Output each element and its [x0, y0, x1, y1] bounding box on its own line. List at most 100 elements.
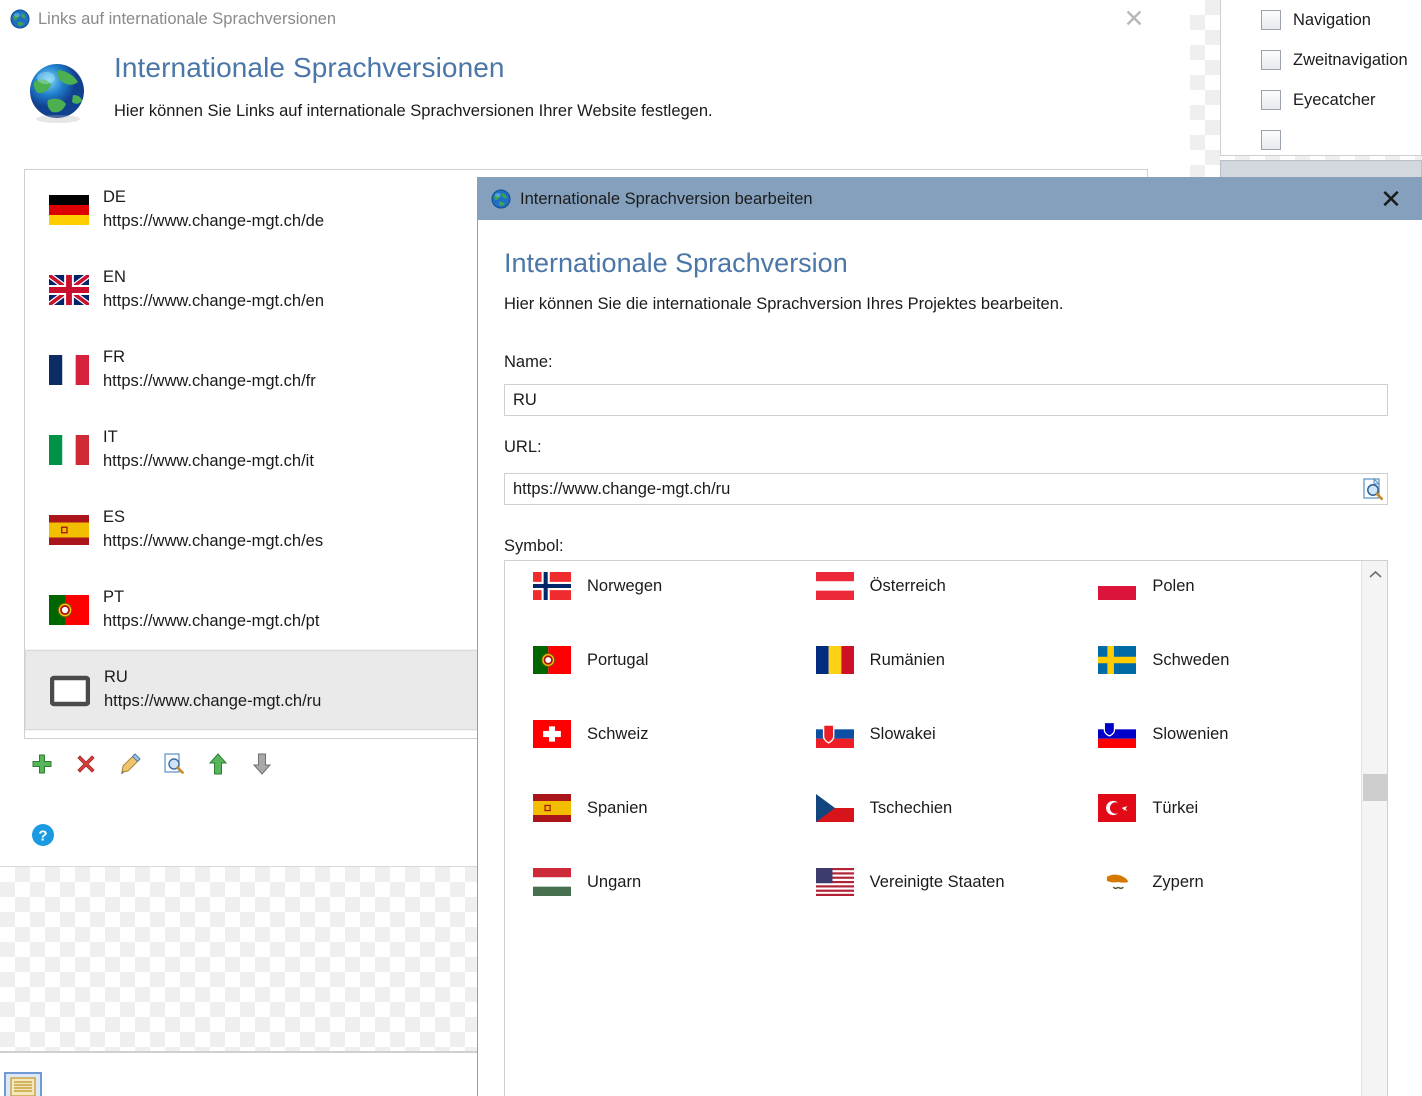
- symbol-option[interactable]: Vereinigte Staaten: [788, 845, 1071, 919]
- host-titlebar: Links auf internationale Sprachversionen: [0, 0, 1190, 38]
- language-code: IT: [103, 428, 118, 447]
- edit-language-dialog: Internationale Sprachversion bearbeiten …: [478, 178, 1422, 1096]
- symbol-option-label: Vereinigte Staaten: [869, 872, 1005, 891]
- language-url: https://www.change-mgt.ch/pt: [103, 612, 320, 630]
- page-search-icon[interactable]: [1360, 477, 1386, 503]
- scrollbar-thumb[interactable]: [1363, 774, 1387, 801]
- flag-ch-icon: [533, 720, 571, 748]
- flag-pt-icon: [49, 595, 89, 625]
- divider: [0, 1052, 478, 1053]
- checkbox-icon[interactable]: [1261, 50, 1281, 70]
- canvas-thumbnail-button[interactable]: [4, 1072, 42, 1096]
- checkbox-row[interactable]: Eyecatcher: [1221, 80, 1421, 120]
- flag-sk-icon: [815, 720, 854, 748]
- flag-us-icon: [815, 868, 854, 896]
- globe-icon: [491, 189, 511, 209]
- language-code: PT: [103, 588, 125, 607]
- flag-at-icon: [815, 572, 854, 600]
- symbol-grid-row: Norwegen Österreich Polen: [505, 561, 1353, 623]
- symbol-grid-row: Spanien Tschechien Türkei: [505, 771, 1353, 845]
- checkbox-row[interactable]: Zweitnavigation: [1221, 40, 1421, 80]
- flag-se-icon: [1098, 646, 1137, 674]
- language-code: ES: [103, 508, 126, 527]
- language-url: https://www.change-mgt.ch/ru: [104, 692, 322, 710]
- checkbox-icon[interactable]: [1261, 10, 1281, 30]
- options-panel: Navigation Zweitnavigation Eyecatcher: [1220, 0, 1422, 156]
- symbol-option-label: Türkei: [1152, 798, 1199, 817]
- language-url: https://www.change-mgt.ch/de: [103, 212, 325, 230]
- language-code: FR: [103, 348, 125, 367]
- symbol-option-label: Norwegen: [587, 576, 663, 595]
- url-label: URL:: [504, 438, 542, 456]
- dialog-close-icon[interactable]: ✕: [1376, 184, 1406, 214]
- checkbox-label: Navigation: [1293, 10, 1371, 29]
- flag-tr-icon: [1098, 794, 1137, 822]
- symbol-grid-row: Ungarn Vereinigte Staaten Zypern: [505, 845, 1353, 919]
- checkbox-icon[interactable]: [1261, 130, 1281, 150]
- flag-it-icon: [49, 435, 89, 465]
- symbol-option-label: Portugal: [587, 650, 649, 669]
- globe-icon: [28, 62, 90, 124]
- symbol-option-label: Österreich: [869, 576, 946, 595]
- flag-hu-icon: [533, 868, 571, 896]
- symbol-option[interactable]: Tschechien: [788, 771, 1071, 845]
- help-icon[interactable]: ?: [31, 823, 55, 847]
- symbol-option[interactable]: Schweden: [1070, 623, 1353, 697]
- host-close-icon[interactable]: ✕: [1120, 5, 1148, 33]
- symbol-option[interactable]: Slowakei: [788, 697, 1071, 771]
- checkbox-row-clipped[interactable]: [1221, 120, 1421, 155]
- symbol-grid: Norwegen Österreich Polen Portugal Rumänien S…: [505, 561, 1353, 919]
- symbol-option[interactable]: Portugal: [505, 623, 788, 697]
- flag-ro-icon: [815, 646, 854, 674]
- symbol-option[interactable]: Schweiz: [505, 697, 788, 771]
- symbol-option-label: Polen: [1152, 576, 1195, 595]
- symbol-label: Symbol:: [504, 537, 564, 555]
- symbol-grid-row: Portugal Rumänien Schweden: [505, 623, 1353, 697]
- flag-pl-icon: [1098, 572, 1137, 600]
- language-code: DE: [103, 188, 126, 207]
- language-url: https://www.change-mgt.ch/fr: [103, 372, 316, 390]
- symbol-grid-scrollbar[interactable]: [1361, 561, 1387, 1096]
- url-input[interactable]: https://www.change-mgt.ch/ru: [504, 473, 1388, 505]
- symbol-option-label: Slowenien: [1152, 724, 1229, 743]
- symbol-option[interactable]: Rumänien: [788, 623, 1071, 697]
- checkbox-label: Zweitnavigation: [1293, 50, 1408, 69]
- list-toolbar: [30, 752, 274, 776]
- symbol-option[interactable]: Norwegen: [505, 561, 788, 623]
- move-down-button[interactable]: [250, 752, 274, 776]
- scroll-up-icon[interactable]: [1362, 561, 1387, 587]
- move-up-button[interactable]: [206, 752, 230, 776]
- language-code: RU: [104, 668, 128, 687]
- symbol-picker[interactable]: Norwegen Österreich Polen Portugal Rumänien S…: [504, 560, 1388, 1096]
- symbol-option-label: Schweiz: [587, 724, 649, 743]
- flag-no-icon: [533, 572, 571, 600]
- host-header: Internationale Sprachversionen Hier könn…: [0, 52, 1190, 152]
- flag-de-icon: [49, 195, 89, 225]
- checkbox-icon[interactable]: [1261, 90, 1281, 110]
- symbol-option[interactable]: Zypern: [1070, 845, 1353, 919]
- symbol-option[interactable]: Ungarn: [505, 845, 788, 919]
- symbol-option[interactable]: Spanien: [505, 771, 788, 845]
- checkbox-row[interactable]: Navigation: [1221, 0, 1421, 40]
- checkbox-label: Eyecatcher: [1293, 90, 1376, 109]
- name-input[interactable]: RU: [504, 384, 1388, 416]
- edit-button[interactable]: [118, 752, 142, 776]
- symbol-option[interactable]: Slowenien: [1070, 697, 1353, 771]
- flag-pt-icon: [533, 646, 571, 674]
- flag-placeholder-icon: [49, 675, 91, 707]
- flag-cz-icon: [815, 794, 854, 822]
- globe-icon: [10, 9, 30, 29]
- symbol-option-label: Slowakei: [869, 724, 936, 743]
- add-button[interactable]: [30, 752, 54, 776]
- symbol-option[interactable]: Polen: [1070, 561, 1353, 623]
- transparency-canvas: [0, 866, 478, 1052]
- preview-button[interactable]: [162, 752, 186, 776]
- host-title-label: Links auf internationale Sprachversionen: [38, 9, 337, 28]
- flag-es-icon: [533, 794, 571, 822]
- dialog-title-label: Internationale Sprachversion bearbeiten: [520, 189, 813, 208]
- symbol-option[interactable]: Österreich: [788, 561, 1071, 623]
- name-label: Name:: [504, 353, 553, 371]
- flag-en-icon: [47, 272, 91, 308]
- symbol-option[interactable]: Türkei: [1070, 771, 1353, 845]
- delete-button[interactable]: [74, 752, 98, 776]
